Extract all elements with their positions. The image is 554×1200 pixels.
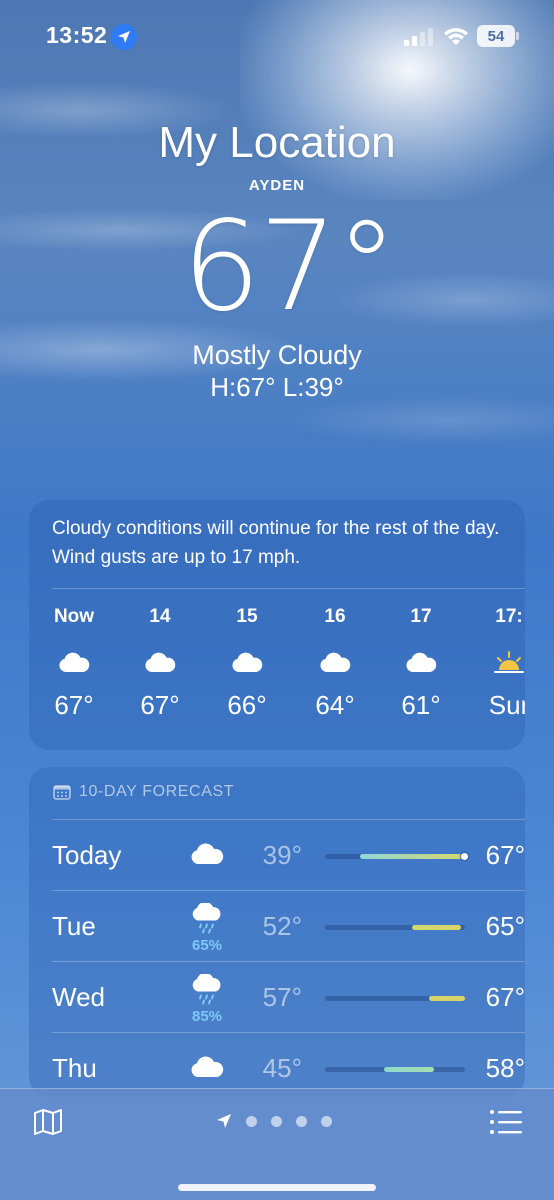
cloud-icon [182,842,232,871]
page-dot[interactable] [271,1115,282,1127]
battery-icon: 54 [477,25,515,47]
list-icon[interactable] [489,1108,523,1136]
cloud-icon [300,634,370,690]
hour-column: 17: Sur [474,606,525,721]
day-name: Today [52,840,122,870]
cloud-icon [125,634,195,690]
hour-column: 15 66° [212,606,282,721]
location-title: My Location [158,118,396,167]
hour-temperature: Sur [488,690,525,720]
low-temperature: 39° [262,840,302,870]
high-temperature: 67° [485,840,525,870]
low-temperature: 52° [262,911,302,941]
hour-label: 15 [236,606,258,627]
ten-day-header-label: 10-DAY FORECAST [79,783,235,800]
cloud-icon [182,1055,232,1084]
ten-day-forecast-card[interactable]: 10-DAY FORECAST Today 39° 67° Tue 65% 52° 65° W… [29,767,525,1097]
hour-column: 14 67° [125,606,195,721]
day-row[interactable]: Today 39° 67° [52,819,525,890]
day-name: Tue [52,911,96,941]
low-temperature: 45° [262,1053,302,1083]
low-temperature: 57° [262,982,302,1012]
high-temperature: 67° [485,982,525,1012]
hour-column: 17 61° [386,606,456,721]
home-indicator[interactable] [178,1184,376,1191]
hour-label: 17: [495,606,523,627]
hourly-forecast-card[interactable]: Cloudy conditions will continue for the … [29,500,525,750]
hour-temperature: 67° [140,690,180,720]
wifi-icon [444,28,468,45]
temperature-range-fill [411,925,461,930]
forecast-summary: Cloudy conditions will continue for the … [52,518,500,568]
hour-temperature: 61° [401,690,441,720]
page-dot[interactable] [246,1115,257,1127]
bottom-toolbar [0,1088,554,1200]
temperature-range-fill [428,996,465,1001]
page-dot[interactable] [296,1115,307,1127]
day-name: Wed [52,982,105,1012]
cloud-rain-icon: 85% [182,972,232,1025]
cloud-rain-icon: 65% [182,901,232,954]
temperature-range-bar [325,1067,465,1072]
high-low-text: H:67° L:39° [210,372,344,402]
day-row[interactable]: Wed 85% 57° 67° [52,961,525,1032]
sunset-icon [474,634,525,690]
temperature-range-fill [383,1067,435,1072]
status-bar: 13:52 54 [0,0,554,70]
high-temperature: 58° [485,1053,525,1083]
temperature-range-bar [325,996,465,1001]
divider [52,588,525,589]
battery-tip [516,32,519,40]
hour-label: 17 [410,606,432,627]
page-dot[interactable] [321,1115,332,1127]
precipitation-chance: 85% [191,1008,223,1025]
location-arrow-icon [111,24,137,50]
ten-day-header: 10-DAY FORECAST [53,783,234,801]
temperature-range-fill [360,854,465,859]
location-arrow-icon[interactable] [216,1113,232,1129]
condition-text: Mostly Cloudy [192,340,362,370]
cellular-signal-icon [404,28,433,46]
high-temperature: 65° [485,911,525,941]
map-icon[interactable] [32,1106,64,1138]
day-row[interactable]: Tue 65% 52° 65° [52,890,525,961]
hour-temperature: 64° [315,690,355,720]
hour-column: Now 67° [39,606,109,721]
cloud-icon [386,634,456,690]
cloud-icon [212,634,282,690]
page-indicator[interactable] [216,1113,332,1129]
hour-column: 16 64° [300,606,370,721]
location-subtitle: AYDEN [248,177,306,194]
temperature-range-bar [325,853,468,860]
day-name: Thu [52,1053,97,1083]
calendar-icon [53,785,71,800]
status-time: 13:52 [46,22,108,48]
hour-temperature: 66° [227,690,267,720]
temperature-range-bar [325,925,465,930]
hour-temperature: 67° [54,690,94,720]
hour-label: 16 [324,606,346,627]
cloud-icon [39,634,109,690]
current-temperature: 67° [182,195,398,339]
hour-label: 14 [149,606,171,627]
battery-level: 54 [487,27,505,45]
precipitation-chance: 65% [191,937,223,954]
hour-label: Now [53,606,95,627]
